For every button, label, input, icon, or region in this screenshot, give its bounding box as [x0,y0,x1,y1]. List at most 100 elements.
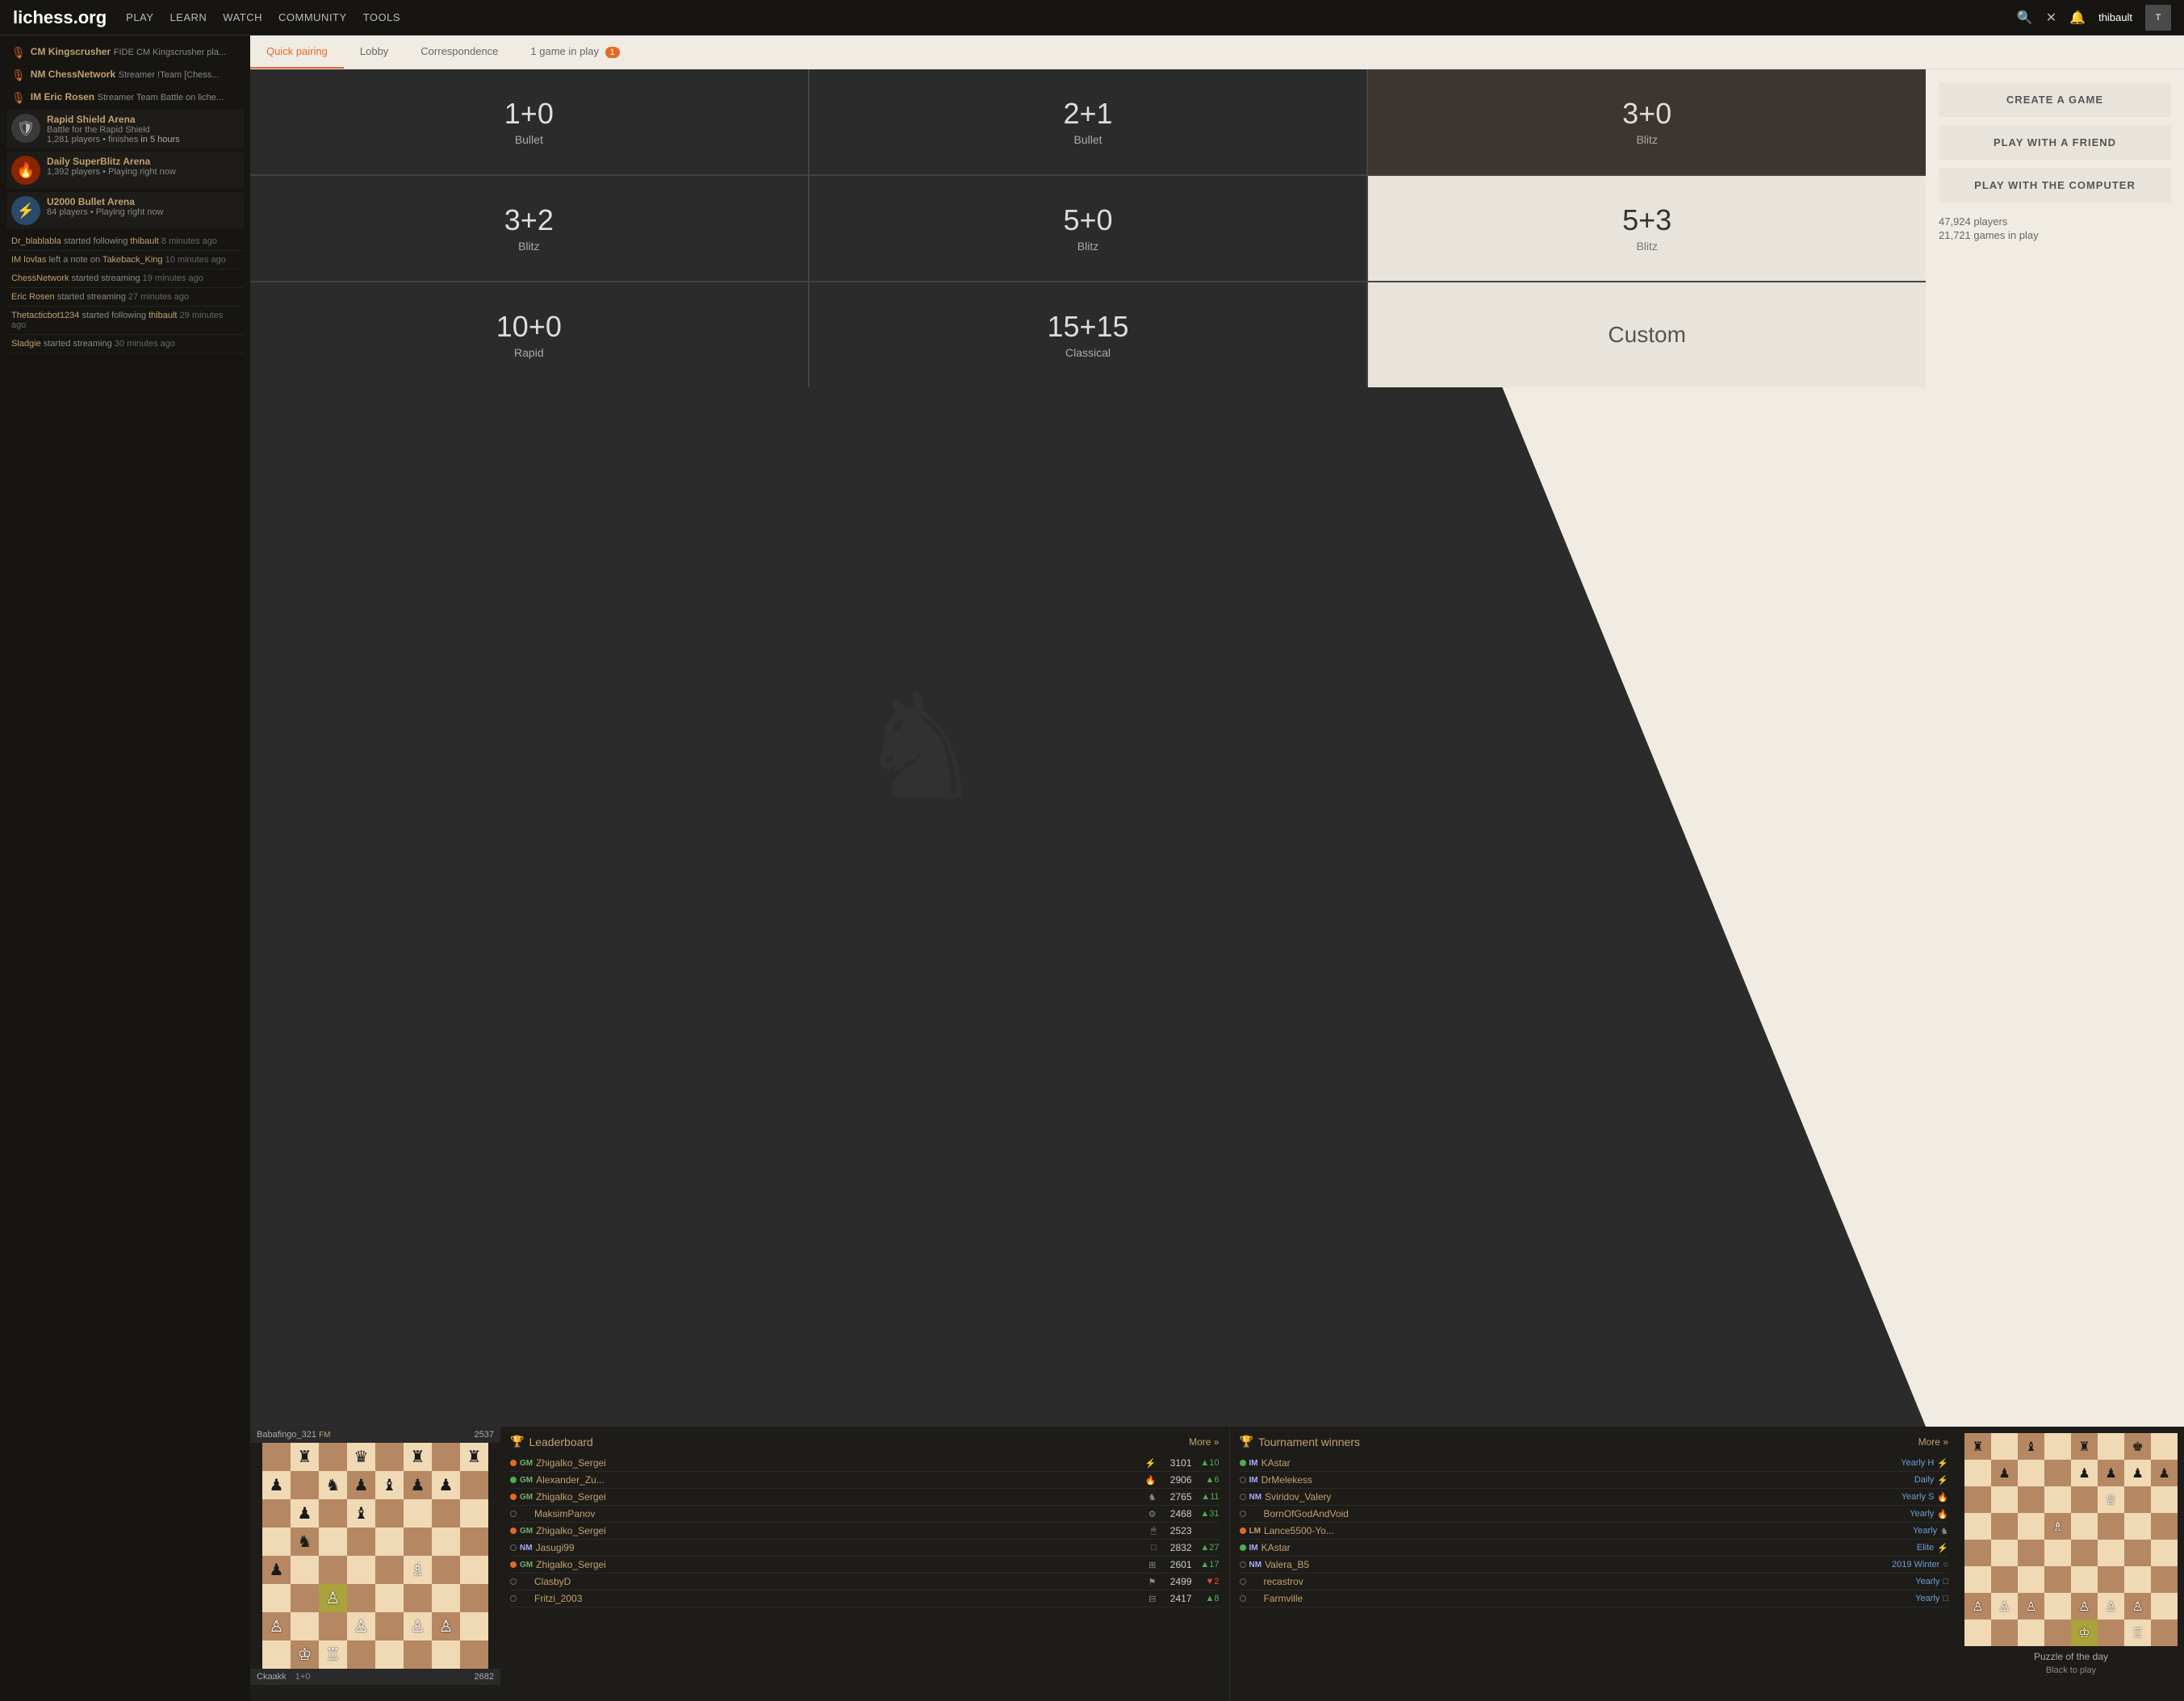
tw-name[interactable]: Valera_B5 [1265,1559,1889,1570]
leaderboard-tournament-area: 🏆 Leaderboard More » GM Zhigalko_Sergei … [500,1427,1958,1701]
nav-watch[interactable]: WATCH [223,11,262,23]
tournament-more[interactable]: More » [1918,1436,1948,1448]
tw-title: IM [1249,1476,1258,1485]
lb-name[interactable]: Zhigalko_Sergei [536,1559,1145,1570]
pairing-3-2[interactable]: 3+2 Blitz [250,176,808,281]
play-computer-button[interactable]: PLAY WITH THE COMPUTER [1939,168,2171,203]
pairing-10-0[interactable]: 10+0 Rapid [250,282,808,387]
lb-name[interactable]: Jasugi99 [536,1542,1148,1553]
close-icon[interactable]: ✕ [2046,10,2056,26]
activity-target[interactable]: thibault [149,311,177,320]
activity-target[interactable]: thibault [130,236,158,246]
pz-sq [1991,1513,2018,1540]
chess-square [375,1443,404,1471]
avatar[interactable]: T [2145,5,2171,31]
pz-sq [2151,1566,2178,1593]
pz-sq [2018,1540,2044,1566]
pz-sq [2018,1566,2044,1593]
streamer-item[interactable]: 🎙 NM ChessNetwork Streamer !Team [Chess.… [6,65,244,86]
chess-square [291,1471,319,1499]
chess-square [375,1612,404,1640]
pairing-5-3[interactable]: 5+3 Blitz [1368,176,1926,281]
activity-user[interactable]: IM lovlas [11,255,46,265]
lb-name[interactable]: Zhigalko_Sergei [536,1457,1142,1469]
nav-learn[interactable]: LEARN [169,11,207,23]
activity-target[interactable]: Takeback_King [103,255,163,265]
players-stat: 47,924 players [1939,215,2171,228]
tw-tournament: Yearly H [1901,1458,1934,1468]
pz-sq [2044,1566,2071,1593]
mode-icon: ⊟ [1148,1594,1156,1604]
tw-name[interactable]: recastrov [1264,1576,1913,1587]
tw-name[interactable]: BornOfGodAndVoid [1264,1508,1907,1519]
bell-icon[interactable]: 🔔 [2069,10,2086,26]
username-link[interactable]: thibault [2098,11,2132,23]
lb-trend: ▼2 [1195,1577,1220,1586]
lb-name[interactable]: Alexander_Zu... [536,1474,1142,1486]
nav-play[interactable]: PLAY [126,11,153,23]
lb-trend: ▲17 [1195,1560,1220,1569]
pz-sq [1964,1620,1991,1646]
pz-sq [2018,1513,2044,1540]
chess-square: ♟ [347,1471,375,1499]
pairing-5-0[interactable]: 5+0 Blitz [810,176,1367,281]
lb-name[interactable]: Zhigalko_Sergei [536,1491,1145,1502]
lb-name[interactable]: Zhigalko_Sergei [536,1525,1148,1536]
tw-name[interactable]: Lance5500-Yo... [1264,1525,1910,1536]
player1-rating: 2682 [475,1672,494,1682]
leaderboard-more[interactable]: More » [1189,1436,1219,1448]
pz-sq [1964,1460,1991,1486]
chess-square [375,1499,404,1528]
nav-tools[interactable]: TOOLS [363,11,400,23]
chess-square: ♙ [319,1584,347,1612]
pz-sq [1991,1486,2018,1513]
lb-name[interactable]: ClasbyD [534,1576,1145,1587]
pz-sq [1991,1566,2018,1593]
pairing-custom[interactable]: Custom [1368,282,1926,387]
activity-user[interactable]: Thetacticbot1234 [11,311,79,320]
event-superblitz[interactable]: 🔥 Daily SuperBlitz Arena 1,392 players •… [6,152,244,189]
event-rapid-shield[interactable]: 🛡 Rapid Shield Arena Battle for the Rapi… [6,110,244,148]
play-friend-button[interactable]: PLAY WITH A FRIEND [1939,125,2171,160]
pairing-15-15[interactable]: 15+15 Classical [810,282,1367,387]
event-title: Rapid Shield Arena [47,114,180,125]
activity-user[interactable]: ChessNetwork [11,274,69,283]
tw-name[interactable]: KAstar [1261,1457,1898,1469]
chess-square [404,1499,432,1528]
event-u2000[interactable]: ⚡ U2000 Bullet Arena 84 players • Playin… [6,192,244,229]
lb-title: NM [520,1544,533,1553]
tab-quick-pairing[interactable]: Quick pairing [250,36,344,69]
tab-correspondence[interactable]: Correspondence [404,36,514,69]
pz-sq [2098,1513,2124,1540]
lb-name[interactable]: MaksimPanov [534,1508,1145,1519]
chess-square [375,1556,404,1584]
create-game-button[interactable]: CREATE A GAME [1939,82,2171,117]
streamer-item[interactable]: 🎙 CM Kingscrusher FIDE CM Kingscrusher p… [6,42,244,63]
nav-community[interactable]: COMMUNITY [278,11,347,23]
tw-name[interactable]: Sviridov_Valery [1265,1491,1898,1502]
site-logo[interactable]: lichess.org [13,7,107,28]
chess-square: ♞ [319,1471,347,1499]
chess-square [262,1584,291,1612]
tournament-row: IM DrMelekess Daily ⚡ [1240,1472,1949,1489]
tab-game-in-play[interactable]: 1 game in play 1 [514,36,635,69]
pz-sq: ♚ [2124,1433,2151,1460]
streamer-item[interactable]: 🎙 IM Eric Rosen Streamer Team Battle on … [6,87,244,108]
chess-square [460,1640,488,1669]
activity-user[interactable]: Dr_blablabla [11,236,61,246]
tw-name[interactable]: Farmville [1264,1593,1913,1604]
search-icon[interactable]: 🔍 [2017,10,2033,26]
offline-dot [510,1595,517,1602]
tab-lobby[interactable]: Lobby [344,36,404,69]
lb-trend: ▲11 [1195,1492,1220,1502]
activity-user[interactable]: Sladgie [11,339,41,349]
activity-user[interactable]: Eric Rosen [11,292,55,302]
pairing-1-0[interactable]: 1+0 Bullet [250,69,808,174]
pairing-2-1[interactable]: 2+1 Bullet [810,69,1367,174]
lb-name[interactable]: Fritzi_2003 [534,1593,1145,1604]
pairing-3-0[interactable]: 3+0 Blitz [1368,69,1926,174]
pz-sq [2151,1513,2178,1540]
chess-square [432,1499,460,1528]
tw-name[interactable]: DrMelekess [1261,1474,1911,1486]
tw-name[interactable]: KAstar [1261,1542,1914,1553]
